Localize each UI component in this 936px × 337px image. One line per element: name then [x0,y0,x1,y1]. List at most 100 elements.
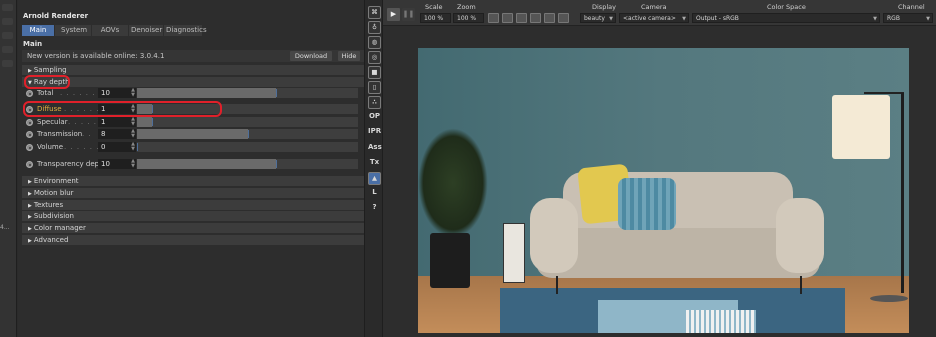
highlight-ray-depth [24,75,70,89]
section-sampling[interactable]: ▶ Sampling [22,65,364,75]
collapsed-arrow-icon: ▶ [28,68,32,74]
scale-value: 100 % [424,15,444,22]
slider-handle[interactable] [276,160,277,168]
render-image[interactable] [418,48,909,333]
zoom-header: Zoom [457,3,476,11]
main-section-heading: Main [23,40,43,48]
license-button[interactable]: L [368,187,381,200]
highlight-diffuse [23,101,222,117]
camera-dropdown[interactable]: <active camera> ▼ [619,13,689,23]
tx-viewer-icon[interactable] [558,13,569,23]
tab-system[interactable]: System [55,25,91,36]
param-slider[interactable] [137,142,358,152]
stepper-icon[interactable]: ▲ ▼ [130,129,136,139]
sofa-arm-left [530,198,578,273]
section-label: Motion blur [33,189,74,197]
ipr-button[interactable]: IPR [368,126,381,139]
section-motion-blur[interactable]: ▶ Motion blur [22,188,364,198]
section-label: Color manager [33,224,86,232]
slider-fill [137,117,152,127]
globe-icon[interactable]: ◍ [368,36,381,49]
scale-field[interactable]: 100 % [420,13,451,23]
ass-button[interactable]: Ass [368,142,382,155]
stepper-icon[interactable]: ▲ ▼ [130,142,136,152]
panel-title: Arnold Renderer [23,12,89,20]
section-subdivision[interactable]: ▶ Subdivision [22,211,364,221]
collapsed-arrow-icon: ▶ [28,179,32,185]
slider-fill [137,88,276,98]
param-slider[interactable] [137,129,358,139]
display-header: Display [592,3,616,11]
zoom-field[interactable]: 100 % [453,13,484,23]
collapsed-arrow-icon: ▶ [28,238,32,244]
param-label: Transparency depth [37,160,107,168]
tab-denoiser[interactable]: Denoiser [129,25,163,36]
download-button[interactable]: Download [290,51,332,61]
poster [503,223,525,283]
stepper-icon[interactable]: ▲ ▼ [130,159,136,169]
param-radio[interactable] [26,90,33,97]
slider-handle[interactable] [152,118,153,126]
striped-pillow [618,178,676,230]
section-color-manager[interactable]: ▶ Color manager [22,223,364,233]
param-label: Total [37,89,54,97]
param-slider[interactable] [137,88,358,98]
tab-main[interactable]: Main [22,25,54,36]
section-ray-depth[interactable]: ▼ Ray depth [22,77,364,87]
stepper-icon[interactable]: ▲ ▼ [130,88,136,98]
strip-button[interactable] [2,4,13,11]
slider-handle[interactable] [137,143,138,151]
param-radio[interactable] [26,131,33,138]
plant [418,128,488,238]
play-render-icon[interactable]: ▶ [387,8,400,21]
slider-handle[interactable] [248,130,249,138]
hide-button[interactable]: Hide [338,51,360,61]
snapshot-icon[interactable] [530,13,541,23]
region-icon[interactable] [502,13,513,23]
colorspace-dropdown[interactable]: Output - sRGB ▼ [692,13,880,23]
stepper-icon[interactable]: ▲ ▼ [130,117,136,127]
crop-icon[interactable] [488,13,499,23]
op-button[interactable]: OP [368,111,381,124]
cube-icon[interactable]: ■ [368,66,381,79]
strip-button[interactable] [2,18,13,25]
param-radio[interactable] [26,119,33,126]
section-environment[interactable]: ▶ Environment [22,176,364,186]
arnold-renderer-panel: Arnold Renderer Main System AOVs Denoise… [18,0,364,337]
eyedropper-icon[interactable] [544,13,555,23]
render-region-icon[interactable]: ⌘ [368,6,381,19]
section-advanced[interactable]: ▶ Advanced [22,235,364,245]
param-slider[interactable] [137,159,358,169]
tab-diagnostics[interactable]: Diagnostics [164,25,207,36]
param-radio[interactable] [26,144,33,151]
tab-aovs[interactable]: AOVs [92,25,128,36]
section-textures[interactable]: ▶ Textures [22,200,364,210]
param-radio[interactable] [26,161,33,168]
channel-dropdown[interactable]: RGB ▼ [883,13,933,23]
display-dropdown[interactable]: beauty ▼ [580,13,616,23]
lock-icon[interactable] [516,13,527,23]
file-icon[interactable]: ▯ [368,81,381,94]
slider-handle[interactable] [276,89,277,97]
strip-button[interactable] [2,32,13,39]
update-notice-text: New version is available online: 3.0.4.1 [27,52,165,60]
param-slider[interactable] [137,117,358,127]
collapsed-arrow-icon: ▶ [28,214,32,220]
strip-button[interactable] [2,46,13,53]
param-leader-dots: . . [82,130,92,138]
tx-button[interactable]: Tx [368,157,381,170]
param-total: Total . . . . . . . . . 10 ▲ ▼ [22,88,364,99]
particles-icon[interactable]: ∴ [368,96,381,109]
shader-icon[interactable]: ◎ [368,51,381,64]
help-button[interactable]: ? [368,202,381,215]
sofa-arm-right [776,198,824,273]
channel-header: Channel [898,3,925,11]
display-value: beauty [584,15,605,22]
section-label: Subdivision [33,212,74,220]
arnold-logo-icon[interactable]: ▲ [368,172,381,185]
chevron-down-icon: ▼ [926,16,930,22]
pause-render-icon[interactable]: ❚❚ [402,8,415,21]
scale-header: Scale [425,3,443,11]
strip-button[interactable] [2,60,13,67]
light-bulb-icon[interactable]: ♁ [368,21,381,34]
